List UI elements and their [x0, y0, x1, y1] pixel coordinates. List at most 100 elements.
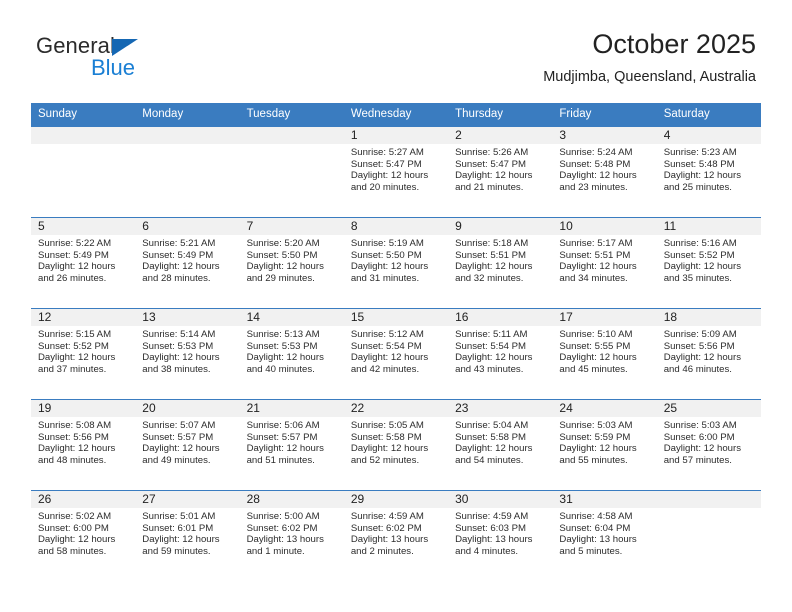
- day-cell-inner: 29 Sunrise: 4:59 AM Sunset: 6:02 PM Dayligh…: [343, 491, 449, 581]
- calendar-day-cell[interactable]: 31 Sunrise: 4:58 AM Sunset: 6:04 PM Dayligh…: [552, 490, 657, 581]
- calendar-day-cell[interactable]: 10 Sunrise: 5:17 AM Sunset: 5:51 PM Dayligh…: [552, 217, 657, 309]
- day-detail-line: Sunset: 5:47 PM: [455, 158, 527, 170]
- day-detail-line: Sunset: 5:48 PM: [559, 158, 631, 170]
- day-detail-line: Sunrise: 5:11 AM: [455, 329, 528, 340]
- day-cell-inner: 10 Sunrise: 5:17 AM Sunset: 5:51 PM Dayligh…: [552, 218, 657, 308]
- page-header: General Blue October 2025 Mudjimba, Quee…: [0, 0, 792, 100]
- calendar-day-cell[interactable]: 27 Sunrise: 5:01 AM Sunset: 6:01 PM Dayligh…: [135, 490, 240, 581]
- calendar-day-cell[interactable]: 7 Sunrise: 5:20 AM Sunset: 5:50 PM Daylight…: [239, 217, 344, 309]
- day-details: Sunrise: 5:21 AM Sunset: 5:49 PM Daylight:…: [135, 235, 239, 284]
- day-number: 29: [343, 491, 449, 508]
- calendar-header-row: Sunday Monday Tuesday Wednesday Thursday Frid…: [31, 103, 761, 127]
- day-detail-line: and 20 minutes.: [350, 181, 420, 193]
- day-detail-line: and 25 minutes.: [663, 181, 732, 193]
- day-detail-line: Daylight: 12 hours: [559, 170, 637, 182]
- calendar-day-cell[interactable]: 5 Sunrise: 5:22 AM Sunset: 5:49 PM Daylight…: [31, 217, 136, 309]
- day-detail-line: Sunrise: 5:26 AM: [455, 147, 529, 158]
- calendar-day-cell[interactable]: 8 Sunrise: 5:19 AM Sunset: 5:50 PM Daylight…: [343, 217, 449, 309]
- day-detail-line: and 21 minutes.: [455, 181, 524, 193]
- day-detail-line: and 1 minute.: [246, 545, 305, 557]
- day-details: Sunrise: 5:05 AM Sunset: 5:58 PM Daylight:…: [344, 417, 448, 466]
- day-detail-line: and 55 minutes.: [559, 454, 628, 466]
- day-cell-inner: 8 Sunrise: 5:19 AM Sunset: 5:50 PM Daylight…: [343, 218, 449, 308]
- calendar-day-cell[interactable]: 26 Sunrise: 5:02 AM Sunset: 6:00 PM Dayligh…: [31, 490, 136, 581]
- day-detail-line: Sunset: 6:04 PM: [559, 522, 631, 534]
- calendar-day-cell[interactable]: 9 Sunrise: 5:18 AM Sunset: 5:51 PM Daylight…: [448, 217, 553, 309]
- calendar-day-cell[interactable]: 13 Sunrise: 5:14 AM Sunset: 5:53 PM Dayligh…: [135, 308, 240, 400]
- day-cell-inner: 3 Sunrise: 5:24 AM Sunset: 5:48 PM Daylight…: [552, 127, 657, 217]
- day-number: 2: [448, 127, 553, 144]
- calendar-day-cell[interactable]: 24 Sunrise: 5:03 AM Sunset: 5:59 PM Dayligh…: [552, 399, 657, 491]
- page-title: October 2025: [592, 29, 756, 59]
- day-detail-line: Daylight: 12 hours: [142, 261, 220, 273]
- day-cell-inner: 9 Sunrise: 5:18 AM Sunset: 5:51 PM Daylight…: [448, 218, 553, 308]
- calendar-day-cell[interactable]: 12 Sunrise: 5:15 AM Sunset: 5:52 PM Dayligh…: [31, 308, 136, 400]
- day-detail-line: Sunrise: 5:22 AM: [38, 238, 112, 249]
- calendar-day-cell[interactable]: 22 Sunrise: 5:05 AM Sunset: 5:58 PM Dayligh…: [343, 399, 449, 491]
- day-detail-line: Daylight: 12 hours: [663, 170, 742, 182]
- calendar-day-cell-empty: [31, 126, 136, 218]
- day-number: 25: [656, 400, 761, 417]
- calendar-day-cell[interactable]: 1 Sunrise: 5:27 AM Sunset: 5:47 PM Daylight…: [343, 126, 449, 218]
- day-detail-line: Daylight: 12 hours: [350, 352, 429, 364]
- day-detail-line: Sunrise: 5:27 AM: [350, 147, 424, 158]
- calendar-day-cell[interactable]: 11 Sunrise: 5:16 AM Sunset: 5:52 PM Dayligh…: [656, 217, 761, 309]
- calendar-day-cell[interactable]: 15 Sunrise: 5:12 AM Sunset: 5:54 PM Dayligh…: [343, 308, 449, 400]
- calendar-day-cell[interactable]: 20 Sunrise: 5:07 AM Sunset: 5:57 PM Dayligh…: [135, 399, 240, 491]
- day-detail-line: and 23 minutes.: [559, 181, 628, 193]
- calendar-day-cell[interactable]: 19 Sunrise: 5:08 AM Sunset: 5:56 PM Dayligh…: [31, 399, 136, 491]
- day-detail-line: Daylight: 12 hours: [559, 352, 637, 364]
- day-detail-line: Daylight: 13 hours: [455, 534, 533, 546]
- day-cell-inner: [135, 127, 240, 217]
- day-detail-line: and 45 minutes.: [559, 363, 628, 375]
- calendar-week-row: 26 Sunrise: 5:02 AM Sunset: 6:00 PM Dayligh…: [31, 490, 761, 581]
- day-cell-inner: 2 Sunrise: 5:26 AM Sunset: 5:47 PM Daylight…: [448, 127, 553, 217]
- day-detail-line: Daylight: 12 hours: [142, 352, 220, 364]
- day-detail-line: Daylight: 12 hours: [455, 170, 533, 182]
- day-cell-inner: 13 Sunrise: 5:14 AM Sunset: 5:53 PM Dayligh…: [135, 309, 240, 399]
- calendar-day-cell[interactable]: 30 Sunrise: 4:59 AM Sunset: 6:03 PM Dayligh…: [448, 490, 553, 581]
- day-detail-line: Sunset: 5:55 PM: [559, 340, 631, 352]
- day-detail-line: Sunset: 6:01 PM: [142, 522, 214, 534]
- calendar-day-cell[interactable]: 2 Sunrise: 5:26 AM Sunset: 5:47 PM Daylight…: [448, 126, 553, 218]
- day-number: 19: [31, 400, 136, 417]
- day-details: Sunrise: 5:26 AM Sunset: 5:47 PM Daylight:…: [448, 144, 552, 193]
- day-number: 24: [552, 400, 657, 417]
- calendar-day-cell[interactable]: 3 Sunrise: 5:24 AM Sunset: 5:48 PM Daylight…: [552, 126, 657, 218]
- calendar-day-cell[interactable]: 29 Sunrise: 4:59 AM Sunset: 6:02 PM Dayligh…: [343, 490, 449, 581]
- day-number: 10: [552, 218, 657, 235]
- day-detail-line: Sunset: 5:54 PM: [350, 340, 422, 352]
- calendar-day-cell[interactable]: 17 Sunrise: 5:10 AM Sunset: 5:55 PM Dayligh…: [552, 308, 657, 400]
- calendar-day-cell[interactable]: 28 Sunrise: 5:00 AM Sunset: 6:02 PM Dayligh…: [239, 490, 344, 581]
- day-cell-inner: 20 Sunrise: 5:07 AM Sunset: 5:57 PM Dayligh…: [135, 400, 240, 490]
- calendar-day-cell[interactable]: 14 Sunrise: 5:13 AM Sunset: 5:53 PM Dayligh…: [239, 308, 344, 400]
- calendar-day-cell[interactable]: 21 Sunrise: 5:06 AM Sunset: 5:57 PM Dayligh…: [239, 399, 344, 491]
- day-detail-line: Sunrise: 5:02 AM: [38, 511, 112, 522]
- calendar-day-cell[interactable]: 18 Sunrise: 5:09 AM Sunset: 5:56 PM Dayligh…: [656, 308, 761, 400]
- day-number: 30: [448, 491, 553, 508]
- calendar-day-cell[interactable]: 23 Sunrise: 5:04 AM Sunset: 5:58 PM Dayligh…: [448, 399, 553, 491]
- day-detail-line: Sunrise: 5:20 AM: [246, 238, 320, 249]
- day-cell-inner: 18 Sunrise: 5:09 AM Sunset: 5:56 PM Dayligh…: [656, 309, 761, 399]
- day-details: Sunrise: 5:17 AM Sunset: 5:51 PM Daylight:…: [552, 235, 656, 284]
- day-cell-inner: 4 Sunrise: 5:23 AM Sunset: 5:48 PM Daylight…: [656, 127, 761, 217]
- day-details: Sunrise: 5:14 AM Sunset: 5:53 PM Daylight:…: [135, 326, 239, 375]
- calendar-day-cell[interactable]: 25 Sunrise: 5:03 AM Sunset: 6:00 PM Dayligh…: [656, 399, 761, 491]
- day-detail-line: Daylight: 12 hours: [38, 352, 116, 364]
- day-detail-line: Sunset: 5:58 PM: [350, 431, 422, 443]
- day-detail-line: and 26 minutes.: [38, 272, 107, 284]
- day-detail-line: Daylight: 12 hours: [559, 261, 637, 273]
- day-detail-line: Sunrise: 5:15 AM: [38, 329, 112, 340]
- day-detail-line: Daylight: 12 hours: [142, 534, 220, 546]
- calendar-day-cell[interactable]: 16 Sunrise: 5:11 AM Sunset: 5:54 PM Dayligh…: [448, 308, 553, 400]
- day-detail-line: Daylight: 12 hours: [455, 443, 533, 455]
- day-detail-line: and 37 minutes.: [38, 363, 107, 375]
- day-number: 15: [343, 309, 449, 326]
- calendar-day-cell[interactable]: 4 Sunrise: 5:23 AM Sunset: 5:48 PM Daylight…: [656, 126, 761, 218]
- day-detail-line: Sunrise: 5:21 AM: [142, 238, 216, 249]
- day-detail-line: Sunrise: 5:00 AM: [246, 511, 320, 522]
- day-detail-line: Daylight: 12 hours: [663, 443, 742, 455]
- day-number: [135, 127, 240, 144]
- calendar-day-cell[interactable]: 6 Sunrise: 5:21 AM Sunset: 5:49 PM Daylight…: [135, 217, 240, 309]
- general-blue-logo: General Blue: [36, 33, 236, 83]
